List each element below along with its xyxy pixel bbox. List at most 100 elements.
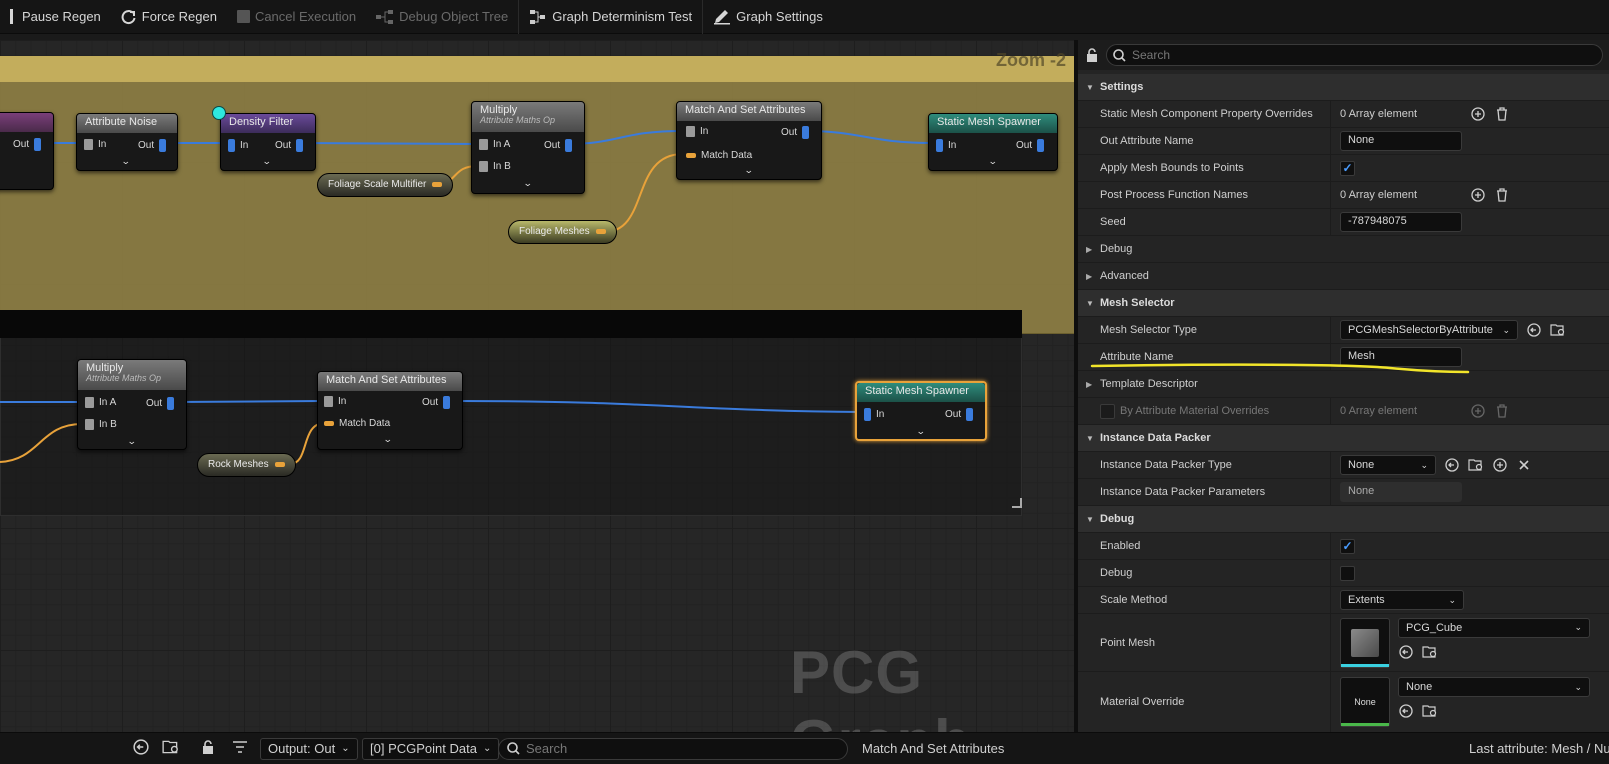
pin-out[interactable]: Out <box>1016 139 1045 152</box>
pin-in-b[interactable]: In B <box>85 419 117 430</box>
section-instance-data-packer[interactable]: ▼ Instance Data Packer <box>1078 425 1609 452</box>
folder-search-icon[interactable] <box>1550 322 1566 338</box>
chevron-down-icon[interactable]: ⌄ <box>262 156 272 167</box>
pin-match-data[interactable]: Match Data <box>686 150 752 161</box>
comment-box-foliage-header[interactable] <box>0 56 1074 82</box>
pin-in[interactable]: In <box>686 126 708 137</box>
chevron-down-icon[interactable]: ⌄ <box>744 165 754 176</box>
chevron-down-icon[interactable]: ⌄ <box>523 178 533 189</box>
force-regen-button[interactable]: Force Regen <box>111 0 227 34</box>
pin-in[interactable]: In <box>324 396 346 407</box>
add-element-icon[interactable] <box>1470 106 1486 122</box>
cancel-execution-button[interactable]: Cancel Execution <box>227 0 366 34</box>
node-partial-left[interactable]: Out <box>0 112 54 190</box>
enabled-checkbox[interactable]: ✓ <box>1340 538 1355 554</box>
node-multiply-bottom[interactable]: Multiply Attribute Maths Op In A In B Out… <box>77 359 187 450</box>
point-mesh-thumbnail[interactable] <box>1340 617 1390 668</box>
attribute-search-input[interactable]: Search <box>498 737 848 760</box>
trash-icon[interactable] <box>1494 106 1510 122</box>
pin-out[interactable]: Out <box>146 397 175 410</box>
pin-out[interactable]: Out <box>422 396 451 409</box>
close-icon[interactable] <box>1516 457 1532 473</box>
browse-back-icon[interactable] <box>1398 644 1414 660</box>
trash-icon[interactable] <box>1494 403 1510 419</box>
mesh-selector-type-dropdown[interactable]: PCGMeshSelectorByAttribute ⌄ <box>1340 320 1518 340</box>
node-static-mesh-spawner-top[interactable]: Static Mesh Spawner In Out ⌄ <box>928 113 1058 171</box>
lock-icon[interactable] <box>1084 46 1100 64</box>
section-mesh-selector[interactable]: ▼ Mesh Selector <box>1078 290 1609 317</box>
folder-search-icon[interactable] <box>1422 703 1438 719</box>
chevron-down-icon[interactable]: ⌄ <box>988 156 998 167</box>
graph-determinism-test-button[interactable]: Graph Determinism Test <box>519 0 702 34</box>
trash-icon[interactable] <box>1494 187 1510 203</box>
material-override-thumbnail[interactable]: None <box>1340 677 1390 727</box>
section-settings[interactable]: ▼ Settings <box>1078 74 1609 101</box>
comment-box-rocks-header[interactable] <box>0 310 1022 338</box>
resize-handle-icon[interactable] <box>1012 498 1022 508</box>
lock-icon[interactable] <box>202 740 214 757</box>
data-index-dropdown[interactable]: [0] PCGPoint Data ⌄ <box>362 737 500 760</box>
comment-box-foliage[interactable] <box>0 56 1074 334</box>
chevron-down-icon[interactable]: ⌄ <box>383 434 393 445</box>
out-attribute-name-input[interactable]: None <box>1340 131 1462 151</box>
browse-back-icon[interactable] <box>133 739 149 758</box>
apply-mesh-bounds-checkbox[interactable]: ✓ <box>1340 160 1355 176</box>
node-match-set-attributes-top[interactable]: Match And Set Attributes In Match Data O… <box>676 101 822 180</box>
pin-in[interactable]: In <box>936 139 956 152</box>
browse-back-icon[interactable] <box>1526 322 1542 338</box>
pin-in-a[interactable]: In A <box>479 139 510 150</box>
pin-in-a[interactable]: In A <box>85 397 116 408</box>
add-element-icon[interactable] <box>1492 457 1508 473</box>
pin-in-b[interactable]: In B <box>479 161 511 172</box>
prop-label: Point Mesh <box>1100 636 1156 649</box>
output-pin-dropdown[interactable]: Output: Out ⌄ <box>260 737 358 760</box>
browse-back-icon[interactable] <box>1444 457 1460 473</box>
scale-method-dropdown[interactable]: Extents ⌄ <box>1340 590 1464 610</box>
section-debug[interactable]: ▼ Debug <box>1078 506 1609 533</box>
debug-object-tree-button[interactable]: Debug Object Tree <box>366 0 518 34</box>
folder-search-icon[interactable] <box>1468 457 1484 473</box>
node-attribute-noise[interactable]: Attribute Noise In Out ⌄ <box>76 113 178 171</box>
node-match-set-attributes-bottom[interactable]: Match And Set Attributes In Match Data O… <box>317 371 463 450</box>
material-override-dropdown[interactable]: None ⌄ <box>1398 677 1590 697</box>
add-element-icon[interactable] <box>1470 187 1486 203</box>
chevron-down-icon[interactable]: ⌄ <box>127 436 137 447</box>
pin-in[interactable]: In <box>84 139 106 150</box>
pin-in[interactable]: In <box>864 408 884 421</box>
chevron-down-icon[interactable]: ⌄ <box>121 156 131 167</box>
group-template-descriptor[interactable]: ▶ Template Descriptor <box>1078 371 1609 398</box>
details-search-input[interactable]: Search <box>1106 44 1603 66</box>
group-debug-collapsed[interactable]: ▶ Debug <box>1078 236 1609 263</box>
instance-data-packer-type-dropdown[interactable]: None ⌄ <box>1340 455 1436 475</box>
pin-out[interactable]: Out <box>275 139 304 152</box>
add-element-icon[interactable] <box>1470 403 1486 419</box>
filter-icon[interactable] <box>232 740 248 757</box>
debug-marker-icon[interactable] <box>212 106 226 120</box>
browse-back-icon[interactable] <box>1398 703 1414 719</box>
pin-out[interactable]: Out <box>945 408 974 421</box>
graph-canvas[interactable]: Zoom -2 Out Attribute Noise In Out ⌄ Den… <box>0 40 1074 732</box>
variable-rock-meshes[interactable]: Rock Meshes <box>197 453 296 477</box>
graph-settings-button[interactable]: Graph Settings <box>703 0 833 34</box>
pin-in[interactable]: In <box>228 139 248 152</box>
pin-out[interactable]: Out <box>138 139 167 152</box>
pause-regen-button[interactable]: Pause Regen <box>0 0 111 34</box>
by-attribute-material-overrides-checkbox[interactable] <box>1100 403 1115 419</box>
point-mesh-dropdown[interactable]: PCG_Cube ⌄ <box>1398 617 1590 638</box>
prop-apply-mesh-bounds: Apply Mesh Bounds to Points ✓ <box>1078 155 1609 182</box>
folder-search-icon[interactable] <box>162 739 180 758</box>
node-density-filter[interactable]: Density Filter In Out ⌄ <box>220 113 316 171</box>
group-advanced-collapsed[interactable]: ▶ Advanced <box>1078 263 1609 290</box>
seed-input[interactable]: -787948075 <box>1340 212 1462 232</box>
chevron-down-icon[interactable]: ⌄ <box>916 426 926 437</box>
node-static-mesh-spawner-bottom[interactable]: Static Mesh Spawner In Out ⌄ <box>855 381 987 441</box>
pin-out[interactable]: Out <box>781 126 810 139</box>
node-multiply-top[interactable]: Multiply Attribute Maths Op In A In B Out… <box>471 101 585 194</box>
debug-checkbox[interactable] <box>1340 565 1355 581</box>
variable-foliage-scale-multiplier[interactable]: Foliage Scale Multifier <box>317 173 454 197</box>
variable-foliage-meshes[interactable]: Foliage Meshes <box>508 220 617 244</box>
folder-search-icon[interactable] <box>1422 644 1438 660</box>
pin-match-data[interactable]: Match Data <box>324 418 390 429</box>
pin-out[interactable]: Out <box>13 138 42 151</box>
pin-out[interactable]: Out <box>544 139 573 152</box>
